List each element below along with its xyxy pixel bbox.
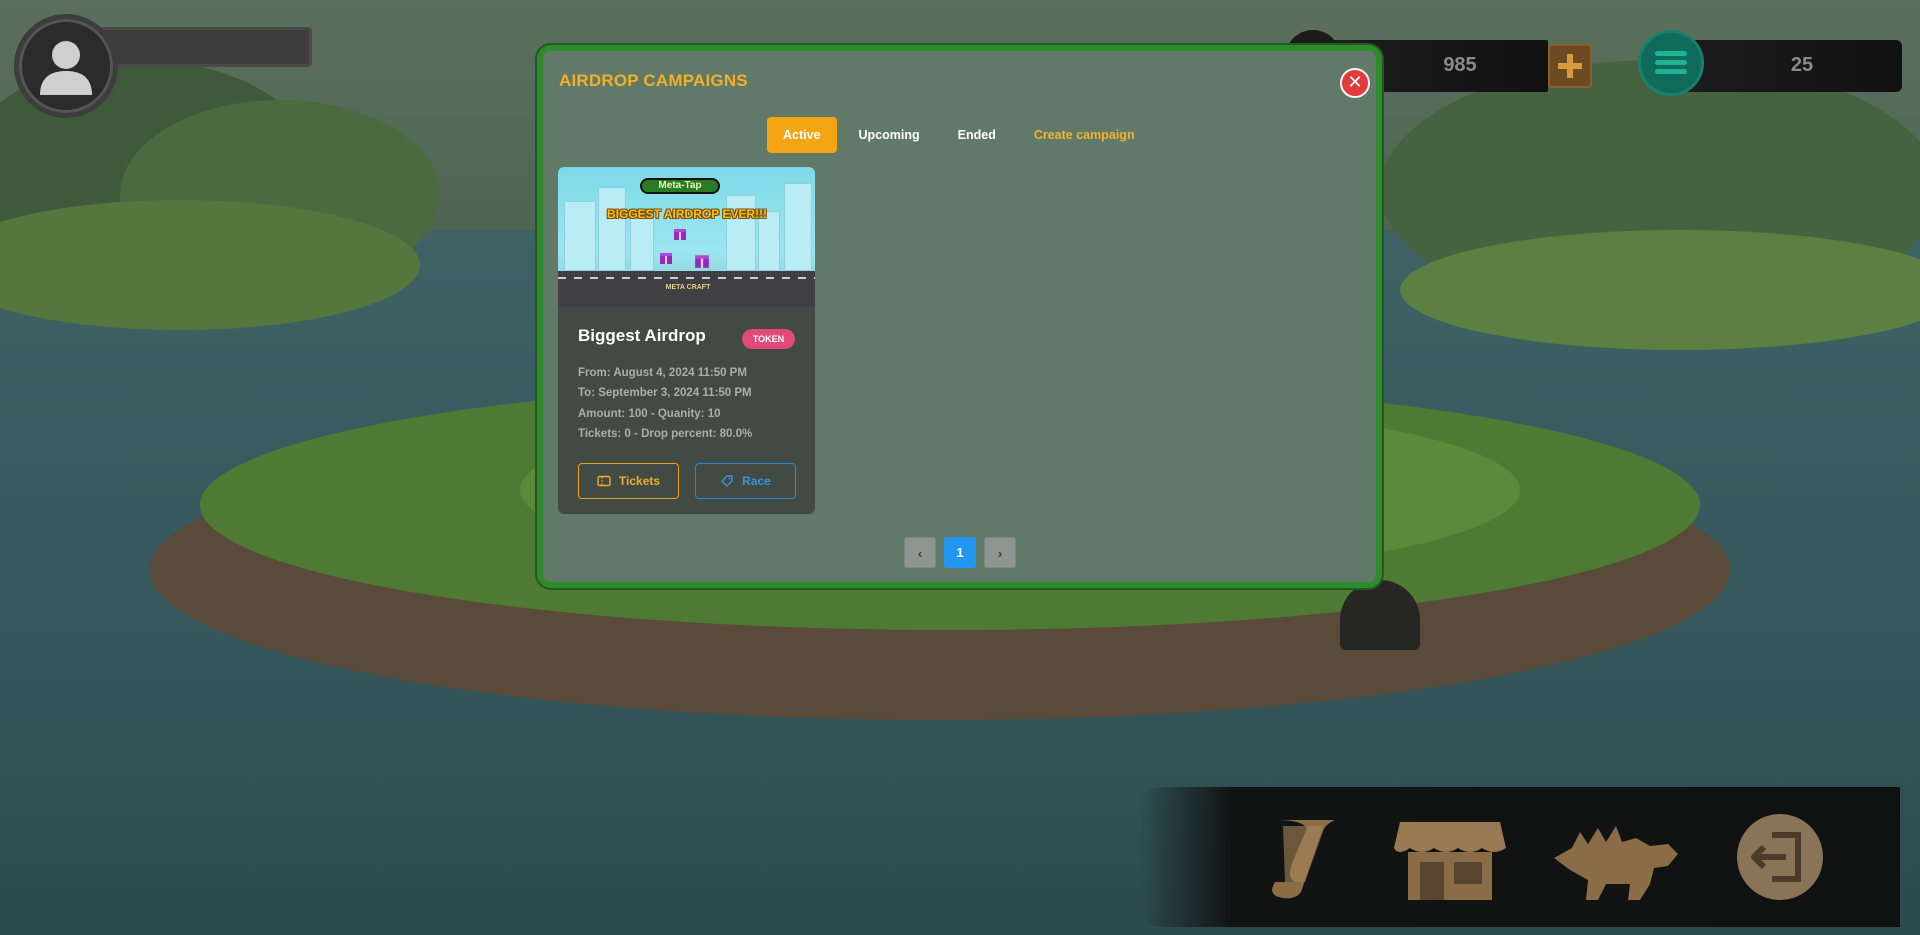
campaign-amount: Amount: 100 - Quanity: 10: [578, 408, 721, 420]
add-currency-button[interactable]: [1548, 44, 1592, 88]
campaign-type-badge: TOKEN: [742, 329, 795, 349]
tickets-button-label: Tickets: [618, 474, 661, 488]
campaign-tabs: Active Upcoming Ended Create campaign: [767, 117, 1157, 153]
stack-icon[interactable]: [1638, 30, 1704, 96]
tab-active[interactable]: Active: [767, 117, 837, 153]
user-icon: [40, 41, 92, 95]
campaign-end-date: To: September 3, 2024 11:50 PM: [578, 387, 752, 399]
next-page-button[interactable]: ›: [984, 537, 1016, 568]
campaign-title: Biggest Airdrop: [578, 326, 706, 345]
gift-icon: [660, 253, 672, 264]
previous-page-button[interactable]: ‹: [904, 537, 936, 568]
campaign-card: Meta-Tap BIGGEST AIRDROP EVER!!! META CR…: [558, 167, 815, 514]
cave-entrance: [1340, 580, 1420, 650]
tag-icon: [721, 475, 733, 487]
tab-ended[interactable]: Ended: [942, 117, 1012, 153]
exit-icon[interactable]: [1736, 813, 1824, 901]
ticket-icon: [597, 475, 611, 487]
tickets-button[interactable]: Tickets: [578, 463, 679, 499]
campaign-tickets: Tickets: 0 - Drop percent: 80.0%: [578, 428, 753, 440]
race-button-label: Race: [742, 474, 771, 488]
dinosaur-icon[interactable]: [1550, 818, 1680, 903]
current-page-button[interactable]: 1: [944, 537, 976, 568]
airdrop-campaigns-modal: AIRDROP CAMPAIGNS ✕ Active Upcoming Ende…: [537, 45, 1382, 588]
gift-icon: [674, 229, 686, 240]
scroll-icon[interactable]: [1255, 812, 1345, 902]
modal-title: AIRDROP CAMPAIGNS: [559, 71, 748, 90]
banner-logo: Meta-Tap: [640, 178, 720, 194]
campaign-start-date: From: August 4, 2024 11:50 PM: [578, 367, 747, 379]
tab-create-campaign[interactable]: Create campaign: [1018, 117, 1151, 153]
pagination: ‹ 1 ›: [904, 537, 1016, 568]
tab-upcoming[interactable]: Upcoming: [843, 117, 936, 153]
gift-icon: [695, 255, 709, 268]
close-icon: ✕: [1347, 72, 1363, 93]
banner-footer-logo: META CRAFT: [665, 284, 711, 291]
close-button[interactable]: ✕: [1340, 68, 1370, 98]
shop-icon[interactable]: [1390, 812, 1510, 902]
player-name-bar[interactable]: [98, 27, 312, 67]
player-avatar[interactable]: [14, 14, 118, 118]
campaign-banner-image: Meta-Tap BIGGEST AIRDROP EVER!!! META CR…: [558, 167, 815, 307]
currency-primary-value: 985: [1443, 54, 1477, 76]
banner-headline: BIGGEST AIRDROP EVER!!!: [606, 207, 767, 221]
currency-secondary-value: 25: [1790, 54, 1814, 76]
race-button[interactable]: Race: [695, 463, 796, 499]
